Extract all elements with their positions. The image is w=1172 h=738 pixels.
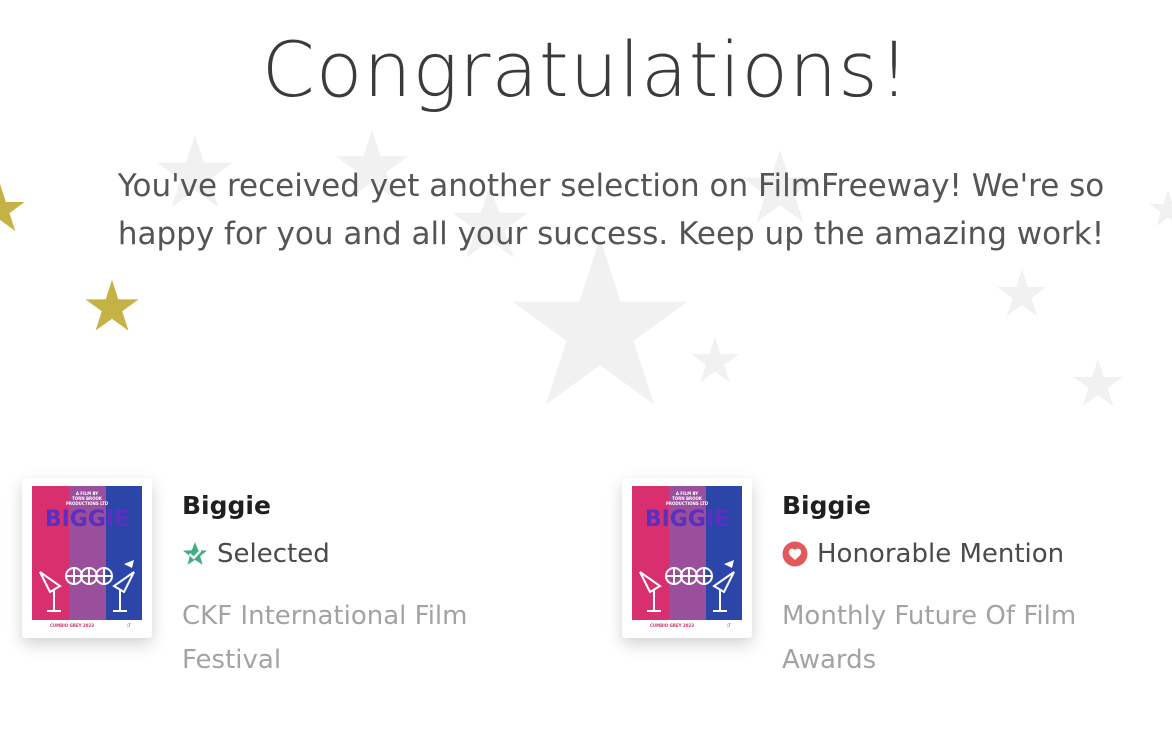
poster-artwork: A FILM BY TORN BROOK PRODUCTIONS LTD BIG…: [632, 486, 742, 630]
svg-text:ℱ: ℱ: [727, 623, 731, 629]
film-poster[interactable]: A FILM BY TORN BROOK PRODUCTIONS LTD BIG…: [622, 478, 752, 638]
gold-star-icon: [85, 280, 139, 331]
svg-text:PRODUCTIONS LTD: PRODUCTIONS LTD: [66, 501, 109, 506]
faint-star-icon: [1073, 359, 1123, 407]
status-label: Selected: [182, 534, 330, 574]
film-title[interactable]: Biggie: [182, 486, 271, 526]
star-check-icon: [182, 541, 208, 567]
svg-text:CUMBIO GREY 2023: CUMBIO GREY 2023: [50, 623, 94, 628]
page-title: Congratulations!: [261, 25, 911, 114]
status-text: Honorable Mention: [817, 539, 1065, 569]
status-text: Selected: [217, 539, 330, 569]
faint-star-icon: [1148, 190, 1172, 227]
poster-title: BIGGIE: [45, 507, 129, 532]
faint-star-icon: [512, 238, 688, 405]
faint-star-icon: [997, 269, 1047, 317]
gold-star-icon: [0, 184, 25, 232]
heart-icon: [782, 541, 808, 567]
svg-text:PRODUCTIONS LTD: PRODUCTIONS LTD: [666, 501, 709, 506]
svg-text:CUMBIO GREY 2023: CUMBIO GREY 2023: [650, 623, 694, 628]
status-label: Honorable Mention: [782, 534, 1064, 574]
poster-artwork: A FILM BY TORN BROOK PRODUCTIONS LTD BIG…: [32, 486, 142, 630]
selection-card[interactable]: A FILM BY TORN BROOK PRODUCTIONS LTD BIG…: [622, 478, 1122, 698]
svg-text:ℱ: ℱ: [127, 623, 131, 629]
festival-name[interactable]: Monthly Future Of Film Awards: [782, 594, 1122, 682]
film-title[interactable]: Biggie: [782, 486, 871, 526]
festival-name[interactable]: CKF International Film Festival: [182, 594, 522, 682]
congratulations-message: You've received yet another selection on…: [117, 168, 1105, 252]
poster-title: BIGGIE: [645, 507, 729, 532]
faint-star-icon: [691, 337, 739, 383]
film-poster[interactable]: A FILM BY TORN BROOK PRODUCTIONS LTD BIG…: [22, 478, 152, 638]
selection-card[interactable]: A FILM BY TORN BROOK PRODUCTIONS LTD BIG…: [22, 478, 522, 698]
